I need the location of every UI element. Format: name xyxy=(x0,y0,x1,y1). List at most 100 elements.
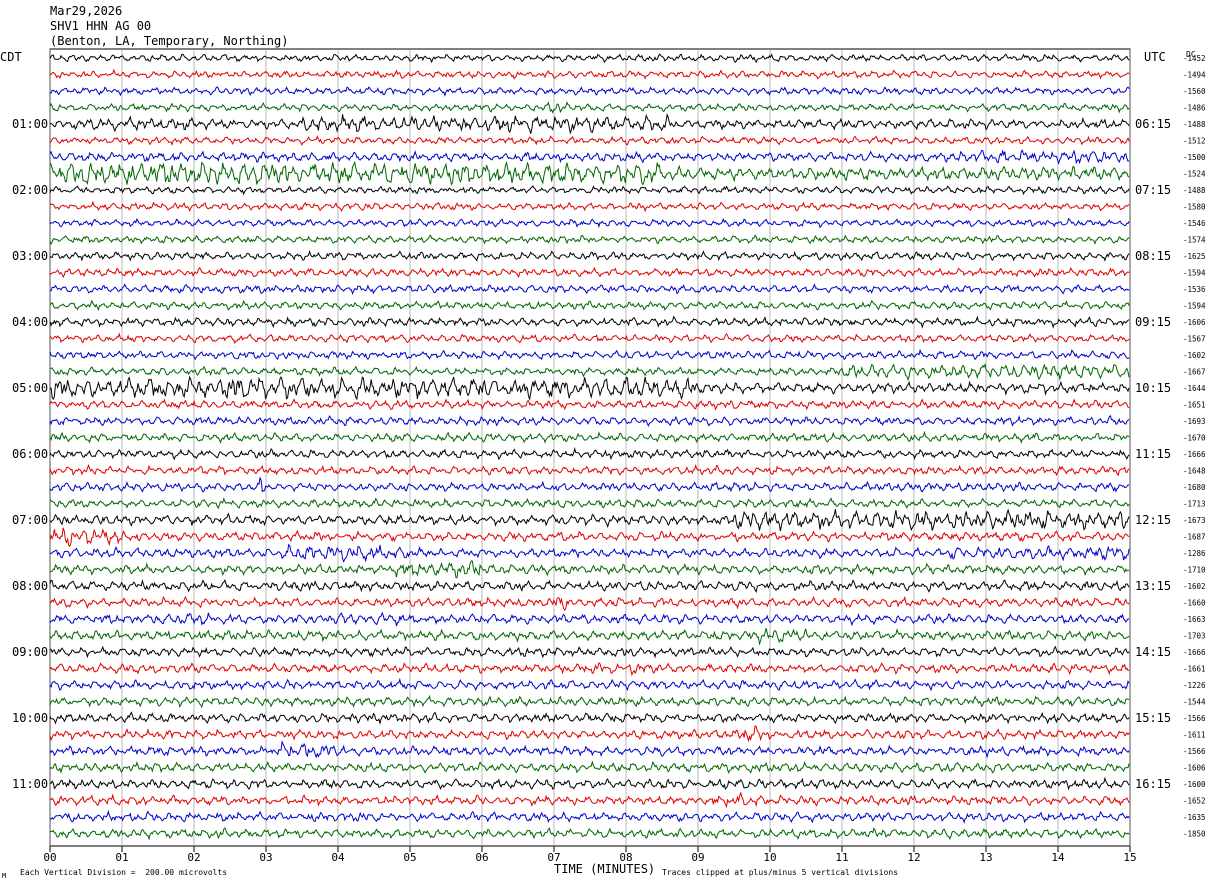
right-hour-label: 16:15 xyxy=(1135,777,1171,791)
left-hour-label: 09:00 xyxy=(12,645,48,659)
trace-row-30 xyxy=(49,543,1130,563)
dc-value: -1625 xyxy=(1183,252,1206,261)
dc-value: -1660 xyxy=(1183,599,1206,608)
scale-note: Each Vertical Division = 200.00 microvol… xyxy=(20,868,228,877)
dc-value: -1594 xyxy=(1183,269,1206,278)
dc-value: -1488 xyxy=(1183,186,1206,195)
trace-row-40 xyxy=(49,711,1130,725)
left-hour-label: 10:00 xyxy=(12,711,48,725)
right-hour-label: 11:15 xyxy=(1135,447,1171,461)
x-tick-label: 14 xyxy=(1051,851,1065,864)
x-tick-label: 10 xyxy=(763,851,776,864)
dc-value: -1713 xyxy=(1183,500,1206,509)
dc-value: -1651 xyxy=(1183,401,1206,410)
trace-row-39 xyxy=(49,694,1130,709)
left-hour-label: 02:00 xyxy=(12,183,48,197)
right-hour-label: 09:15 xyxy=(1135,315,1171,329)
x-tick-label: 11 xyxy=(835,851,848,864)
trace-row-33 xyxy=(49,595,1130,611)
dc-value: -1693 xyxy=(1183,417,1206,426)
trace-row-43 xyxy=(49,760,1130,774)
trace-row-3 xyxy=(49,101,1130,114)
x-tick-label: 01 xyxy=(115,851,128,864)
right-hour-label: 06:15 xyxy=(1135,117,1171,131)
x-tick-label: 12 xyxy=(907,851,920,864)
trace-row-14 xyxy=(49,283,1130,295)
left-hour-label: 11:00 xyxy=(12,777,48,791)
trace-row-17 xyxy=(49,332,1130,345)
dc-value: -1644 xyxy=(1183,384,1206,393)
dc-value: -1663 xyxy=(1183,615,1206,624)
dc-value: -1580 xyxy=(1183,203,1206,212)
dc-value: -1710 xyxy=(1183,566,1206,575)
left-hour-label: 06:00 xyxy=(12,447,48,461)
dc-value: -1524 xyxy=(1183,170,1206,179)
trace-row-0 xyxy=(49,53,1130,64)
left-hour-label: 01:00 xyxy=(12,117,48,131)
trace-row-18 xyxy=(49,348,1130,361)
trace-row-41 xyxy=(49,725,1130,743)
trace-row-24 xyxy=(49,446,1130,461)
trace-row-15 xyxy=(49,299,1130,312)
dc-value: -1606 xyxy=(1183,318,1206,327)
trace-row-19 xyxy=(49,362,1130,382)
trace-row-38 xyxy=(49,677,1130,692)
trace-row-32 xyxy=(49,578,1130,594)
trace-row-25 xyxy=(49,463,1130,477)
trace-row-27 xyxy=(49,497,1130,510)
dc-value: -1666 xyxy=(1183,648,1206,657)
trace-row-7 xyxy=(49,160,1130,186)
dc-value: -1667 xyxy=(1183,368,1206,377)
trace-row-12 xyxy=(49,249,1130,262)
dc-value: -1560 xyxy=(1183,87,1206,96)
x-tick-label: 06 xyxy=(475,851,488,864)
trace-row-35 xyxy=(49,627,1130,646)
dc-value: -1536 xyxy=(1183,285,1206,294)
dc-value: -1546 xyxy=(1183,219,1206,228)
dc-value: -1500 xyxy=(1183,153,1206,162)
trace-row-4 xyxy=(49,113,1130,135)
dc-value: -1488 xyxy=(1183,120,1206,129)
trace-row-47 xyxy=(49,827,1130,841)
trace-row-37 xyxy=(49,662,1130,677)
x-tick-label: 09 xyxy=(691,851,704,864)
minute-gridlines xyxy=(49,48,1131,852)
dc-value: -1566 xyxy=(1183,747,1206,756)
x-tick-label: 00 xyxy=(43,851,56,864)
trace-row-10 xyxy=(49,217,1130,229)
trace-row-11 xyxy=(49,234,1130,245)
trace-row-6 xyxy=(49,149,1130,165)
helicorder-plot: 00 01 02 03 04 05 06 07 08 09 10 11 12 13 14 15-1452-14… xyxy=(12,48,1206,864)
right-hour-label: 12:15 xyxy=(1135,513,1171,527)
dc-value: -1594 xyxy=(1183,302,1206,311)
x-axis-title: TIME (MINUTES) xyxy=(554,862,656,876)
dc-value: -1486 xyxy=(1183,104,1206,113)
trace-row-8 xyxy=(49,185,1130,196)
dc-value: -1670 xyxy=(1183,434,1206,443)
left-hour-label: 08:00 xyxy=(12,579,48,593)
left-hour-label: 07:00 xyxy=(12,513,48,527)
dc-value: -1850 xyxy=(1183,830,1206,839)
trace-row-34 xyxy=(49,611,1130,627)
trace-row-9 xyxy=(49,200,1130,213)
dc-value: -1494 xyxy=(1183,71,1206,80)
right-hour-label: 10:15 xyxy=(1135,381,1171,395)
trace-row-45 xyxy=(49,791,1130,809)
dc-value: -1512 xyxy=(1183,137,1206,146)
right-hour-label: 14:15 xyxy=(1135,645,1171,659)
trace-row-5 xyxy=(49,135,1130,147)
dc-value: -1452 xyxy=(1183,54,1206,63)
dc-value: -1286 xyxy=(1183,549,1206,558)
right-hour-label: 08:15 xyxy=(1135,249,1171,263)
dc-value: -1611 xyxy=(1183,731,1206,740)
trace-row-28 xyxy=(49,508,1130,532)
corner-mark: M xyxy=(2,872,7,880)
dc-value: -1635 xyxy=(1183,813,1206,822)
right-hour-label: 07:15 xyxy=(1135,183,1171,197)
x-tick-label: 04 xyxy=(331,851,345,864)
right-hour-label: 15:15 xyxy=(1135,711,1171,725)
dc-value: -1567 xyxy=(1183,335,1206,344)
dc-value: -1648 xyxy=(1183,467,1206,476)
x-tick-label: 03 xyxy=(259,851,272,864)
dc-value: -1687 xyxy=(1183,533,1206,542)
